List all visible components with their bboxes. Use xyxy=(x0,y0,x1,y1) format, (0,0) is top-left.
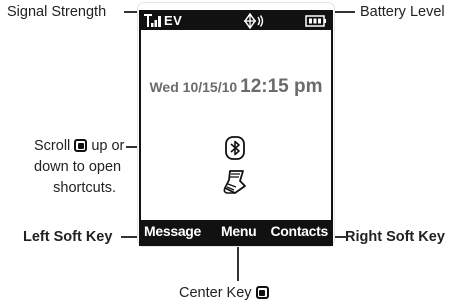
right-soft-key-callout: Right Soft Key xyxy=(345,229,445,245)
battery-level-icon xyxy=(305,15,326,27)
date-time-display: Wed 10/15/10 12:15 pm xyxy=(141,76,331,98)
time-display: 12:15 pm xyxy=(240,76,323,97)
status-bar: EV xyxy=(141,12,331,30)
signal-strength-callout: Signal Strength xyxy=(7,4,107,20)
center-key-callout: Center Key xyxy=(179,284,269,302)
bluetooth-icon[interactable] xyxy=(224,136,246,160)
center-key-icon xyxy=(255,286,269,299)
soft-key-bar: Message Menu Contacts xyxy=(141,220,331,244)
scroll-map-icon[interactable] xyxy=(221,168,249,196)
center-soft-key[interactable]: Menu xyxy=(221,223,257,239)
date-display: Wed 10/15/10 xyxy=(149,79,238,95)
phone-screen: EV Wed 10/15/10 12:15 pm Message Menu Co… xyxy=(139,10,333,246)
center-key-label: Center Key xyxy=(179,285,252,301)
gps-location-icon xyxy=(244,13,264,29)
left-soft-key[interactable]: Message xyxy=(144,223,201,239)
battery-level-callout: Battery Level xyxy=(360,4,445,20)
scroll-callout-line1: Scroll up or xyxy=(34,137,124,155)
signal-strength-icon xyxy=(144,14,161,27)
left-soft-key-callout: Left Soft Key xyxy=(23,229,113,245)
scroll-callout-line3: shortcuts. xyxy=(53,180,116,196)
navigation-key-icon xyxy=(74,139,88,152)
network-type: EV xyxy=(164,13,183,28)
right-soft-key[interactable]: Contacts xyxy=(271,223,329,239)
scroll-callout-line2: down to open xyxy=(34,159,122,175)
scroll-label-suffix: up or xyxy=(91,138,125,154)
scroll-label: Scroll xyxy=(34,138,71,154)
center-key-leader-line xyxy=(237,246,239,281)
